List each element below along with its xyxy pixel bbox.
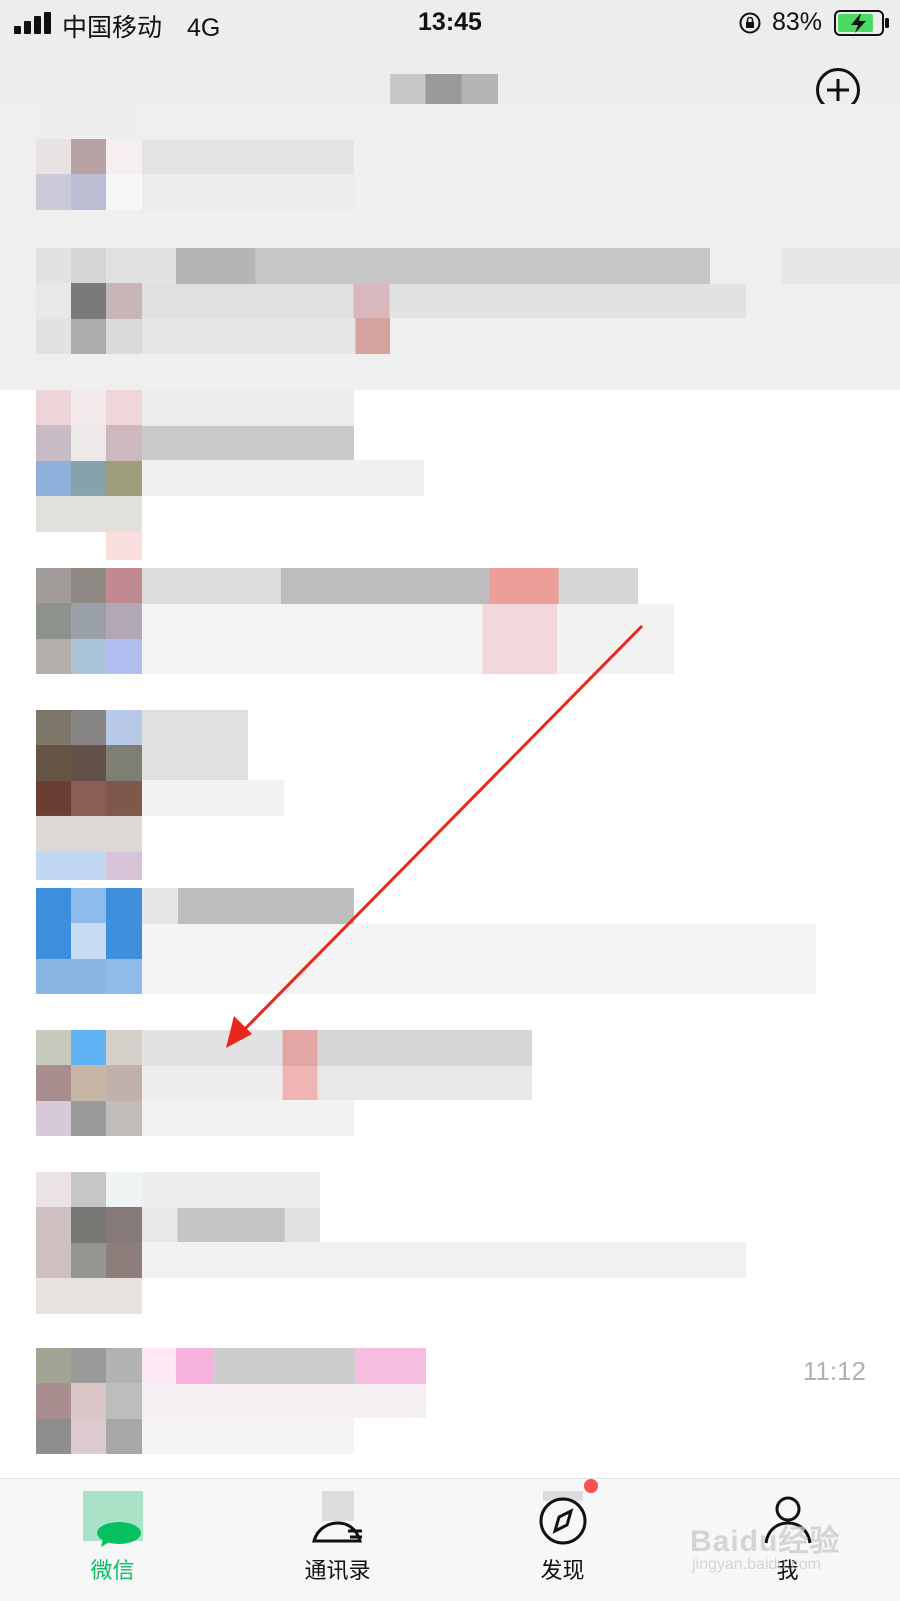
chat-preview-pixelated: [142, 604, 674, 674]
chat-name-pixelated: [142, 390, 354, 426]
row-divider-pixelated: [36, 1278, 142, 1314]
avatar: [36, 248, 142, 354]
chat-row-7[interactable]: [0, 1030, 900, 1136]
tab-chats[interactable]: 微信: [0, 1479, 225, 1601]
chat-name-pixelated: [142, 1172, 320, 1208]
chat-row-pinned-1[interactable]: [0, 104, 900, 230]
chat-time: 11:12: [802, 1356, 866, 1386]
chat-preview-pixelated-2: [142, 1242, 746, 1278]
tab-contacts[interactable]: 通讯录: [225, 1479, 450, 1601]
tab-discover[interactable]: 发现: [450, 1479, 675, 1601]
chat-row-6[interactable]: [0, 888, 900, 994]
chat-name-pixelated: [142, 140, 354, 174]
page-title-pixelated: [390, 74, 498, 104]
clock: 13:45: [418, 8, 482, 36]
contacts-icon: [311, 1491, 362, 1543]
chat-name-pixelated: [142, 248, 710, 284]
chat-preview-pixelated-2: [142, 1100, 354, 1136]
battery-percent: 83%: [772, 8, 823, 36]
baidu-watermark-site: jingyan.baidu.com: [692, 1556, 821, 1573]
chat-row-3[interactable]: [0, 390, 900, 560]
row-fragment: [106, 532, 142, 560]
avatar: [36, 888, 142, 994]
chat-name-pixelated: [142, 1348, 426, 1384]
notification-badge: [584, 1479, 598, 1493]
chat-row-5[interactable]: [0, 710, 900, 880]
chat-preview-pixelated: [142, 426, 354, 460]
chat-preview-pixelated: [142, 780, 284, 816]
chat-preview-pixelated: [142, 1384, 426, 1418]
chat-name-pixelated: [142, 568, 638, 604]
avatar: [36, 1030, 142, 1136]
chat-preview-pixelated: [142, 924, 816, 994]
row-fragment: [36, 852, 142, 880]
chat-name-pixelated: [142, 710, 248, 780]
battery-charging-icon: [834, 10, 889, 36]
chat-preview-pixelated: [142, 174, 354, 210]
avatar: [36, 1172, 142, 1278]
row-divider-pixelated: [36, 816, 142, 852]
tab-label: 通讯录: [304, 1558, 371, 1583]
baidu-watermark: Baidu经验: [690, 1525, 841, 1558]
avatar: [36, 390, 142, 496]
avatar: [36, 710, 142, 816]
chat-row-8[interactable]: [0, 1172, 900, 1314]
rotation-lock-icon: [739, 12, 761, 34]
tab-label: 微信: [90, 1558, 135, 1583]
compass-icon: [539, 1491, 586, 1545]
chat-preview-pixelated: [142, 1066, 532, 1100]
row-divider-pixelated: [36, 496, 142, 532]
row-right-pixelated: [782, 248, 900, 284]
avatar: [36, 1348, 142, 1454]
chat-avatar-row3: [36, 174, 142, 210]
chat-row-pinned-2[interactable]: [0, 230, 900, 390]
avatar: [36, 568, 142, 674]
chat-preview-pixelated-2: [142, 318, 390, 354]
chat-row-4[interactable]: [0, 568, 900, 674]
chat-name-pixelated: [142, 888, 354, 924]
status-bar: 中国移动 4G 13:45 83%: [0, 0, 900, 48]
chat-bubble-icon: [82, 1491, 143, 1547]
chat-name-pixelated: [142, 1030, 532, 1066]
chat-preview-pixelated-2: [142, 1418, 354, 1454]
chat-row-9[interactable]: 11:12: [0, 1348, 900, 1456]
chat-preview-pixelated-2: [142, 460, 424, 496]
chat-preview-pixelated: [142, 1208, 320, 1242]
chat-preview-pixelated: [142, 284, 746, 318]
tab-label: 发现: [540, 1558, 585, 1583]
